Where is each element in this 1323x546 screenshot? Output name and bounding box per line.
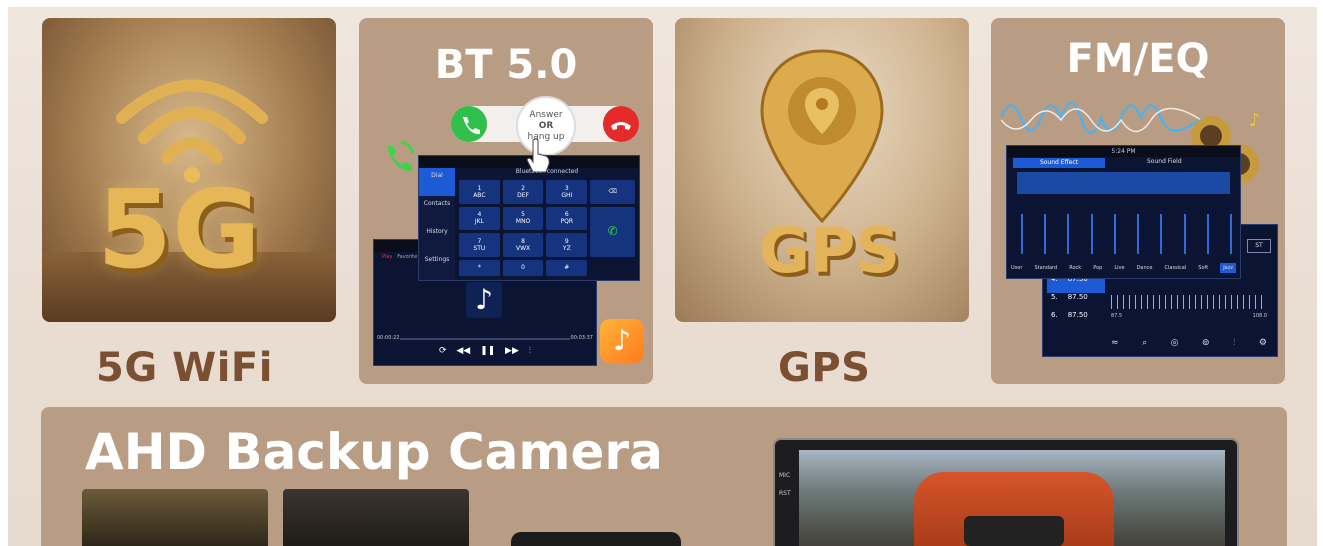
camera-view	[799, 450, 1225, 546]
bt-title: BT 5.0	[434, 42, 578, 88]
gps-feature-card: GPS	[675, 18, 969, 322]
hand-pointer-icon	[526, 138, 550, 173]
preset-pop[interactable]: Pop	[1093, 265, 1102, 271]
music-note-icon: ♪	[466, 282, 502, 318]
mic-label: MIC	[779, 472, 791, 479]
head-unit-monitor: MIC RST	[773, 438, 1239, 546]
fm-eq-feature-card: FM/EQ ♪ ST 4. 87.50 5. 87.50 6. 87.50 87.5 …	[991, 18, 1285, 384]
tab-sound-effect[interactable]: Sound Effect	[1013, 158, 1105, 168]
frequency-scale[interactable]	[1111, 295, 1267, 309]
preset-user[interactable]: User	[1011, 265, 1022, 271]
call-icon[interactable]: ✆	[590, 206, 635, 257]
dialer-sidebar: Dial Contacts History Settings	[419, 168, 455, 280]
key-0[interactable]: 0	[502, 259, 544, 276]
tab-play[interactable]: Play	[382, 254, 392, 260]
key-3[interactable]: 3 GHI	[546, 180, 588, 204]
scan-icon[interactable]: ◎	[1171, 338, 1179, 348]
stereo-indicator: ST	[1247, 239, 1271, 253]
5g-emblem: 5G	[97, 168, 261, 293]
progress-bar[interactable]	[400, 338, 570, 340]
list-item[interactable]: 5. 87.50	[1047, 293, 1105, 311]
scale-end: 108.0	[1252, 313, 1267, 319]
phone-ringing-icon	[387, 140, 415, 172]
eq-sliders[interactable]	[1021, 214, 1232, 254]
pause-icon[interactable]: ❚❚	[480, 346, 495, 356]
preset-frequency-list: 4. 87.50 5. 87.50 6. 87.50	[1047, 275, 1105, 329]
ahd-title: AHD Backup Camera	[85, 423, 663, 481]
key-hash[interactable]: #	[546, 259, 588, 276]
signal-icon[interactable]: ≈	[1111, 338, 1119, 348]
preset-live[interactable]: Live	[1114, 265, 1124, 271]
broadcast-icon[interactable]: ⊚	[1202, 338, 1210, 348]
music-app-icon: ♪	[600, 319, 644, 363]
answer-label: Answer	[529, 109, 563, 120]
location-pin-icon	[760, 49, 884, 224]
keypad: 1 ABC 2 DEF 3 GHI ⌫ 4 JKL 5 MNO 6 PQR ✆ 7 STU 8…	[459, 180, 635, 276]
bluetooth-feature-card: BT 5.0 Answer OR hang up Play Favorite ♪…	[359, 18, 653, 384]
tab-favorite[interactable]: Favorite	[397, 254, 417, 260]
settings-icon[interactable]: ⚙	[1259, 338, 1267, 348]
key-7[interactable]: 7 STU	[459, 233, 500, 257]
sidebar-item-dial[interactable]: Dial	[419, 168, 455, 196]
wifi-feature-card: 5G	[42, 18, 336, 322]
key-8[interactable]: 8 VWX	[502, 233, 544, 257]
sidebar-item-history[interactable]: History	[419, 224, 455, 252]
preset-jazz[interactable]: Jazz	[1220, 263, 1236, 273]
eq-icon[interactable]: ⫶	[1233, 338, 1235, 348]
preset-soft[interactable]: Soft	[1198, 265, 1208, 271]
eq-curve	[1017, 172, 1230, 194]
time-elapsed: 00:00:22	[377, 335, 400, 341]
svg-text:♪: ♪	[1249, 110, 1261, 131]
repeat-icon[interactable]: ⟳	[439, 346, 447, 356]
gps-emblem: GPS	[759, 214, 900, 287]
backup-camera-image	[511, 532, 681, 546]
key-star[interactable]: *	[459, 259, 500, 276]
car-grille	[964, 516, 1064, 546]
reset-label: RST	[779, 490, 791, 497]
equalizer-icon[interactable]: ⫶	[529, 346, 531, 356]
radio-controls: ≈ ⌕ ◎ ⊚ ⫶ ⚙	[1111, 338, 1267, 348]
key-6[interactable]: 6 PQR	[546, 206, 588, 230]
eq-presets: User Standard Rock Pop Live Dance Classi…	[1011, 262, 1236, 274]
preset-dance[interactable]: Dance	[1137, 265, 1153, 271]
preset-standard[interactable]: Standard	[1034, 265, 1057, 271]
ahd-camera-feature-card: AHD Backup Camera MIC RST	[41, 407, 1287, 546]
answer-call-icon[interactable]	[451, 106, 487, 142]
key-2[interactable]: 2 DEF	[502, 180, 544, 204]
playback-controls: ⟳ ◀◀ ❚❚ ▶▶ ⫶	[434, 346, 536, 356]
next-icon[interactable]: ▶▶	[505, 346, 519, 356]
time-total: 00:03:37	[570, 335, 593, 341]
key-4[interactable]: 4 JKL	[459, 206, 500, 230]
sidebar-item-contacts[interactable]: Contacts	[419, 196, 455, 224]
equalizer-screen: 5:24 PM Sound Effect Sound Field User St…	[1006, 145, 1241, 279]
sidebar-item-settings[interactable]: Settings	[419, 252, 455, 280]
status-bar: 5:24 PM	[1007, 146, 1240, 157]
gps-caption: GPS	[778, 345, 871, 391]
tab-sound-field[interactable]: Sound Field	[1147, 158, 1182, 165]
eq-tabs: Sound Effect Sound Field	[1007, 157, 1240, 169]
key-1[interactable]: 1 ABC	[459, 180, 500, 204]
preset-rock[interactable]: Rock	[1069, 265, 1081, 271]
preset-classical[interactable]: Classical	[1165, 265, 1187, 271]
wifi-caption: 5G WiFi	[96, 345, 273, 391]
fm-eq-title: FM/EQ	[1066, 36, 1210, 82]
key-9[interactable]: 9 YZ	[546, 233, 588, 257]
or-label: OR	[538, 120, 554, 131]
search-icon[interactable]: ⌕	[1142, 338, 1147, 348]
sound-wave-icon	[1001, 102, 1201, 134]
scale-start: 87.5	[1111, 313, 1123, 319]
hang-up-icon[interactable]	[603, 106, 639, 142]
camera-sample-image-night	[283, 489, 469, 546]
wifi-icon	[116, 79, 268, 183]
key-5[interactable]: 5 MNO	[502, 206, 544, 230]
backspace-icon[interactable]: ⌫	[590, 180, 635, 204]
camera-sample-image-day	[82, 489, 268, 546]
previous-icon[interactable]: ◀◀	[456, 346, 470, 356]
list-item[interactable]: 6. 87.50	[1047, 311, 1105, 329]
